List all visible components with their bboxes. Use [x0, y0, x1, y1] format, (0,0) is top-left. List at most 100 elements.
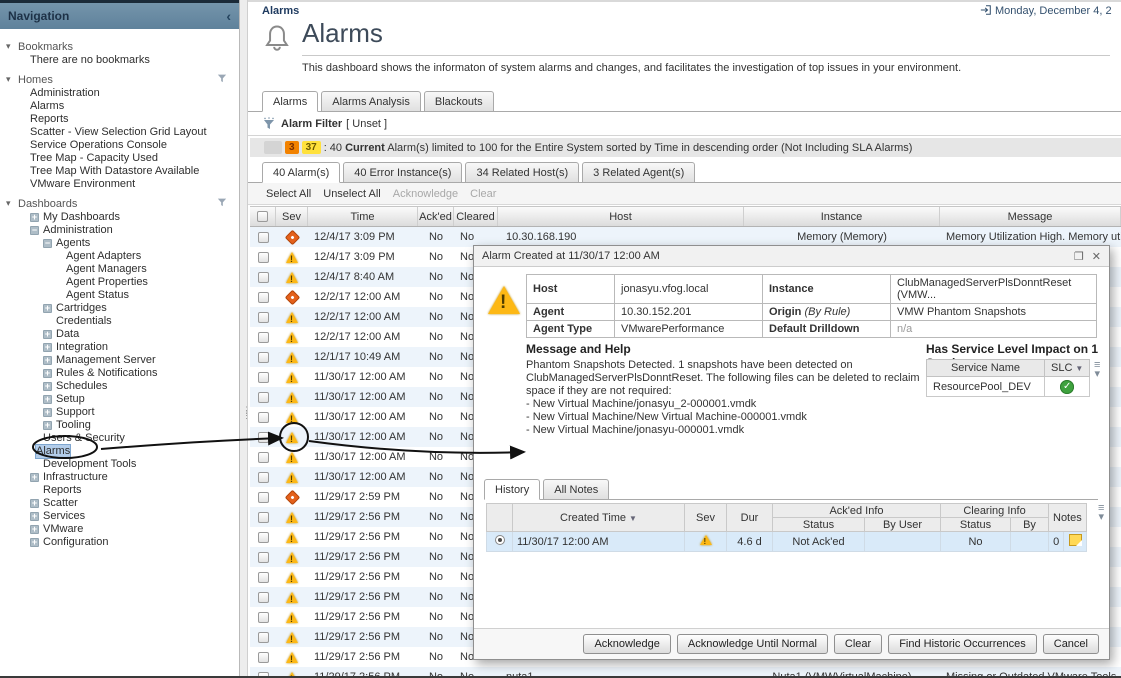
- expand-plus-icon[interactable]: +: [43, 369, 52, 378]
- column-header-cleared[interactable]: Cleared: [454, 207, 498, 226]
- expand-plus-icon[interactable]: +: [30, 538, 39, 547]
- row-checkbox[interactable]: [258, 612, 269, 623]
- alarm-filter-value[interactable]: [ Unset ]: [346, 118, 387, 130]
- sidebar-tree-item[interactable]: Users & Security: [0, 432, 239, 445]
- acknowledge-link[interactable]: Acknowledge: [393, 188, 458, 200]
- sidebar-tree-item[interactable]: +My Dashboards: [0, 211, 239, 224]
- find-historic-occurrences-button[interactable]: Find Historic Occurrences: [888, 634, 1037, 654]
- sidebar-item-alarms-selected[interactable]: Alarms: [0, 445, 239, 458]
- tab-related-agents[interactable]: 3 Related Agent(s): [582, 162, 695, 183]
- sidebar-tree-item[interactable]: Alarms: [0, 100, 239, 113]
- row-checkbox[interactable]: [258, 252, 269, 263]
- sidebar-tree-item[interactable]: Scatter - View Selection Grid Layout: [0, 126, 239, 139]
- fatal-count-badge[interactable]: [264, 141, 282, 154]
- critical-count-badge[interactable]: 3: [285, 141, 299, 154]
- collapse-minus-icon[interactable]: −: [30, 226, 39, 235]
- sidebar-tree-item[interactable]: +Schedules: [0, 380, 239, 393]
- resize-grip-icon[interactable]: ⋮⋮: [242, 408, 251, 418]
- row-checkbox[interactable]: [258, 232, 269, 243]
- logout-icon[interactable]: [980, 4, 992, 16]
- expand-plus-icon[interactable]: +: [30, 525, 39, 534]
- acknowledge-button[interactable]: Acknowledge: [583, 634, 670, 654]
- sidebar-section-header[interactable]: ▾Dashboards: [0, 196, 239, 211]
- sidebar-tree-item[interactable]: Development Tools: [0, 458, 239, 471]
- filter-funnel-icon[interactable]: [262, 117, 276, 131]
- sidebar-tree-item[interactable]: +Infrastructure: [0, 471, 239, 484]
- column-chooser-icon[interactable]: ≡▾: [1098, 504, 1104, 522]
- row-checkbox[interactable]: [258, 332, 269, 343]
- sidebar-tree-item[interactable]: +Tooling: [0, 419, 239, 432]
- sidebar-tree-item[interactable]: +Management Server: [0, 354, 239, 367]
- sidebar-tree-item[interactable]: +Scatter: [0, 497, 239, 510]
- acked-by-column[interactable]: By User: [865, 518, 941, 532]
- row-checkbox[interactable]: [258, 352, 269, 363]
- column-header-sev[interactable]: Sev: [276, 207, 308, 226]
- expand-plus-icon[interactable]: +: [43, 356, 52, 365]
- sidebar-tree-item[interactable]: +Integration: [0, 341, 239, 354]
- maximize-icon[interactable]: ❐: [1074, 250, 1084, 263]
- sev-column[interactable]: Sev: [685, 504, 727, 532]
- row-checkbox[interactable]: [258, 532, 269, 543]
- created-time-column[interactable]: Created Time▼: [513, 504, 685, 532]
- breadcrumb[interactable]: Alarms: [262, 5, 299, 17]
- expand-plus-icon[interactable]: +: [43, 395, 52, 404]
- row-checkbox[interactable]: [258, 392, 269, 403]
- expand-plus-icon[interactable]: +: [30, 213, 39, 222]
- expand-plus-icon[interactable]: +: [43, 343, 52, 352]
- row-checkbox[interactable]: [258, 412, 269, 423]
- warning-count-badge[interactable]: 37: [302, 141, 321, 154]
- impact-row[interactable]: ResourcePool_DEV ✓: [927, 377, 1090, 397]
- expand-plus-icon[interactable]: +: [30, 473, 39, 482]
- collapse-triangle-icon[interactable]: ▾: [6, 198, 18, 209]
- sidebar-tree-item[interactable]: Agent Properties: [0, 276, 239, 289]
- notes-column[interactable]: Notes: [1049, 504, 1087, 532]
- select-all-link[interactable]: Select All: [266, 188, 311, 200]
- sidebar-tree-item[interactable]: Agent Status: [0, 289, 239, 302]
- collapse-triangle-icon[interactable]: ▾: [6, 41, 18, 52]
- sidebar-section-header[interactable]: ▾Bookmarks: [0, 39, 239, 54]
- clear-link[interactable]: Clear: [470, 188, 496, 200]
- sidebar-tree-item[interactable]: Service Operations Console: [0, 139, 239, 152]
- acked-status-column[interactable]: Status: [773, 518, 865, 532]
- clear-button[interactable]: Clear: [834, 634, 882, 654]
- row-checkbox[interactable]: [258, 372, 269, 383]
- sidebar-tree-item[interactable]: Tree Map With Datastore Available: [0, 165, 239, 178]
- column-header-instance[interactable]: Instance: [744, 207, 940, 226]
- sidebar-tree-item[interactable]: −Agents: [0, 237, 239, 250]
- expand-plus-icon[interactable]: +: [43, 304, 52, 313]
- row-checkbox[interactable]: [258, 432, 269, 443]
- filter-funnel-icon[interactable]: [217, 73, 227, 86]
- sidebar-tree-item[interactable]: +Rules & Notifications: [0, 367, 239, 380]
- alarm-row[interactable]: 12/4/17 3:09 PMNoNo10.30.168.190Memory (…: [250, 227, 1121, 247]
- tab-error-instances[interactable]: 40 Error Instance(s): [343, 162, 462, 183]
- tab-blackouts[interactable]: Blackouts: [424, 91, 494, 112]
- row-checkbox[interactable]: [258, 312, 269, 323]
- dialog-title-bar[interactable]: Alarm Created at 11/30/17 12:00 AM ❐ ✕: [474, 246, 1109, 267]
- expand-plus-icon[interactable]: +: [43, 330, 52, 339]
- tab-history[interactable]: History: [484, 479, 540, 500]
- slc-column[interactable]: SLC▼: [1045, 360, 1090, 377]
- row-checkbox[interactable]: [258, 632, 269, 643]
- column-header-message[interactable]: Message: [940, 207, 1121, 226]
- expand-plus-icon[interactable]: +: [43, 408, 52, 417]
- sidebar-tree-item[interactable]: +Setup: [0, 393, 239, 406]
- tab-alarm-count[interactable]: 40 Alarm(s): [262, 162, 340, 183]
- sidebar-tree-item[interactable]: Credentials: [0, 315, 239, 328]
- history-row-radio[interactable]: [495, 535, 505, 545]
- sidebar-tree-item[interactable]: +Cartridges: [0, 302, 239, 315]
- column-header-host[interactable]: Host: [498, 207, 744, 226]
- row-checkbox[interactable]: [258, 512, 269, 523]
- filter-funnel-icon[interactable]: [217, 197, 227, 210]
- column-header-checkbox[interactable]: [250, 207, 276, 226]
- dur-column[interactable]: Dur: [727, 504, 773, 532]
- expand-plus-icon[interactable]: +: [43, 421, 52, 430]
- row-checkbox[interactable]: [258, 272, 269, 283]
- column-header-acked[interactable]: Ack'ed: [418, 207, 454, 226]
- tab-related-hosts[interactable]: 34 Related Host(s): [465, 162, 579, 183]
- sidebar-tree-item[interactable]: Reports: [0, 484, 239, 497]
- sidebar-tree-item[interactable]: +Data: [0, 328, 239, 341]
- row-checkbox[interactable]: [258, 452, 269, 463]
- tab-alarms[interactable]: Alarms: [262, 91, 318, 112]
- sidebar-tree-item[interactable]: +Configuration: [0, 536, 239, 549]
- row-checkbox[interactable]: [258, 652, 269, 663]
